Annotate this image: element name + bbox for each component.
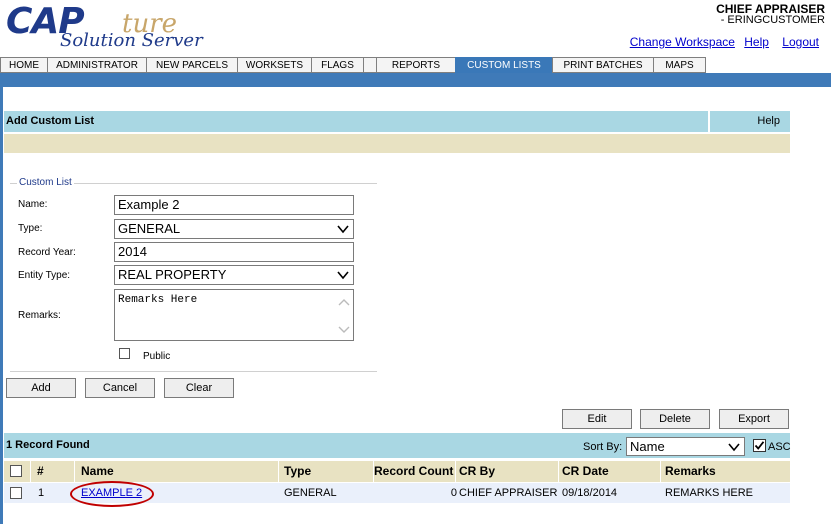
- add-button[interactable]: Add: [6, 378, 76, 398]
- tab-print-batches[interactable]: PRINT BATCHES: [552, 57, 653, 73]
- column-header-cr-date[interactable]: CR Date: [562, 464, 609, 478]
- sort-by-select[interactable]: Name: [626, 437, 745, 456]
- asc-checkbox[interactable]: [753, 439, 766, 452]
- tab-custom-lists[interactable]: CUSTOM LISTS: [455, 57, 552, 73]
- column-header-type[interactable]: Type: [284, 464, 311, 478]
- edit-button[interactable]: Edit: [562, 409, 632, 429]
- message-bar: [4, 134, 790, 153]
- table-header: # Name Type Record Count CR By CR Date R…: [4, 461, 790, 482]
- chevron-down-icon: [728, 443, 740, 452]
- entity-type-label: Entity Type:: [18, 270, 71, 281]
- entity-type-select[interactable]: REAL PROPERTY: [114, 265, 354, 285]
- chevron-down-icon: [337, 271, 349, 280]
- remarks-text: Remarks Here: [118, 294, 198, 306]
- checkmark-icon: [754, 441, 765, 450]
- column-divider: [74, 461, 75, 482]
- top-links: Change Workspace Help Logout: [624, 35, 819, 49]
- tab-flags[interactable]: FLAGS: [311, 57, 363, 73]
- public-checkbox[interactable]: [119, 348, 130, 359]
- row-num: 1: [38, 487, 45, 499]
- chevron-down-icon: [337, 225, 349, 234]
- entity-type-select-value: REAL PROPERTY: [118, 267, 227, 282]
- remarks-label: Remarks:: [18, 310, 61, 321]
- type-select[interactable]: GENERAL: [114, 219, 354, 239]
- tab-blank[interactable]: [363, 57, 376, 73]
- column-header-cr-by[interactable]: CR By: [459, 464, 495, 478]
- scroll-arrows-icon: [338, 299, 350, 333]
- record-year-label: Record Year:: [18, 247, 76, 258]
- highlight-annotation: [70, 481, 154, 507]
- cancel-button[interactable]: Cancel: [85, 378, 155, 398]
- row-cr-date: 09/18/2014: [562, 487, 618, 499]
- tab-reports[interactable]: REPORTS: [376, 57, 455, 73]
- logo-subtitle: Solution Server: [60, 30, 203, 51]
- sort-by-value: Name: [630, 439, 665, 454]
- type-select-value: GENERAL: [118, 221, 181, 236]
- record-year-input[interactable]: 2014: [114, 242, 354, 262]
- record-count: 1 Record Found: [6, 439, 90, 451]
- fieldset-legend: Custom List: [17, 177, 74, 188]
- column-divider: [455, 461, 456, 482]
- column-divider: [660, 461, 661, 482]
- tab-new-parcels[interactable]: NEW PARCELS: [146, 57, 237, 73]
- frame-border: [0, 87, 3, 524]
- section-help-link[interactable]: Help: [757, 115, 780, 127]
- section-header: Add Custom List Help: [4, 111, 790, 132]
- column-divider: [278, 461, 279, 482]
- fieldset-bottom-border: [10, 371, 377, 372]
- tab-worksets[interactable]: WORKSETS: [237, 57, 311, 73]
- change-workspace-link[interactable]: Change Workspace: [630, 35, 735, 49]
- row-type: GENERAL: [284, 487, 337, 499]
- clear-button[interactable]: Clear: [164, 378, 234, 398]
- column-header-num[interactable]: #: [37, 464, 44, 478]
- header-divider: [708, 111, 710, 132]
- column-header-remarks[interactable]: Remarks: [665, 464, 716, 478]
- user-name: - ERINGCUSTOMER: [720, 14, 825, 26]
- row-record-count: 0: [450, 487, 457, 499]
- type-label: Type:: [18, 223, 43, 234]
- sort-by-label: Sort By:: [583, 441, 623, 453]
- tab-maps[interactable]: MAPS: [653, 57, 706, 73]
- row-remarks: REMARKS HERE: [665, 487, 754, 499]
- public-label: Public: [143, 351, 171, 362]
- asc-label: ASC: [768, 441, 791, 453]
- name-label: Name:: [18, 199, 48, 210]
- help-link[interactable]: Help: [744, 35, 769, 49]
- nav-bar: [0, 73, 831, 87]
- column-divider: [30, 461, 31, 482]
- row-checkbox[interactable]: [10, 487, 22, 499]
- row-cr-by: CHIEF APPRAISER: [459, 487, 558, 499]
- tab-administrator[interactable]: ADMINISTRATOR: [47, 57, 146, 73]
- select-all-checkbox[interactable]: [10, 465, 22, 477]
- results-header: 1 Record Found Sort By: Name ASC: [4, 433, 791, 458]
- remarks-textarea[interactable]: Remarks Here: [114, 289, 354, 341]
- column-header-record-count[interactable]: Record Count: [374, 464, 454, 478]
- main-nav: HOME ADMINISTRATOR NEW PARCELS WORKSETS …: [0, 57, 706, 74]
- logout-link[interactable]: Logout: [782, 35, 819, 49]
- column-divider: [558, 461, 559, 482]
- page-title: Add Custom List: [6, 115, 94, 127]
- export-button[interactable]: Export: [719, 409, 789, 429]
- name-input[interactable]: Example 2: [114, 195, 354, 215]
- tab-home[interactable]: HOME: [0, 57, 47, 73]
- column-header-name[interactable]: Name: [81, 464, 114, 478]
- delete-button[interactable]: Delete: [640, 409, 710, 429]
